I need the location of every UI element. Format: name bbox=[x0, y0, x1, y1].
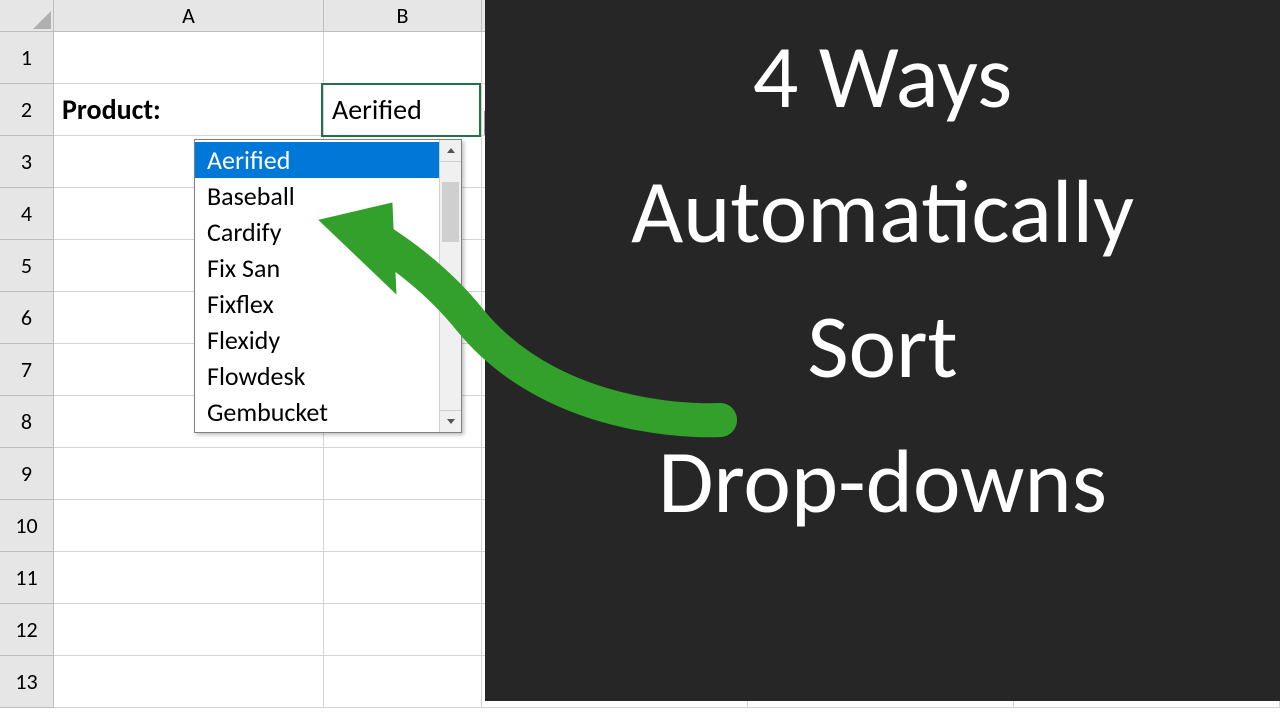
col-header-A[interactable]: A bbox=[54, 0, 324, 32]
overlay-line: Automatically bbox=[485, 145, 1280, 280]
dropdown-item[interactable]: Aerified bbox=[195, 142, 439, 178]
cell-A2-product-label[interactable]: Product: bbox=[54, 84, 324, 136]
cell-A10[interactable] bbox=[54, 500, 324, 552]
row-header-9[interactable]: 9 bbox=[0, 448, 54, 500]
dropdown-item[interactable]: Flowdesk bbox=[195, 358, 439, 394]
cell-A11[interactable] bbox=[54, 552, 324, 604]
select-all-corner[interactable] bbox=[0, 0, 54, 32]
row-header-2[interactable]: 2 bbox=[0, 84, 54, 136]
row-header-13[interactable]: 13 bbox=[0, 656, 54, 708]
dropdown-item[interactable]: Baseball bbox=[195, 178, 439, 214]
cell-A13[interactable] bbox=[54, 656, 324, 708]
dropdown-item[interactable]: Flexidy bbox=[195, 322, 439, 358]
row-header-4[interactable]: 4 bbox=[0, 188, 54, 240]
cell-B9[interactable] bbox=[324, 448, 482, 500]
cell-B12[interactable] bbox=[324, 604, 482, 656]
overlay-line: 4 Ways bbox=[485, 10, 1280, 145]
row-header-11[interactable]: 11 bbox=[0, 552, 54, 604]
row-header-6[interactable]: 6 bbox=[0, 292, 54, 344]
row-header-7[interactable]: 7 bbox=[0, 344, 54, 396]
scroll-thumb[interactable] bbox=[442, 182, 459, 242]
cell-B13[interactable] bbox=[324, 656, 482, 708]
dropdown-item[interactable]: Gembucket bbox=[195, 394, 439, 430]
cell-A9[interactable] bbox=[54, 448, 324, 500]
dropdown-item[interactable]: Fix San bbox=[195, 250, 439, 286]
title-overlay: 4 Ways Automatically Sort Drop-downs bbox=[485, 0, 1280, 701]
cell-B1[interactable] bbox=[324, 32, 482, 84]
scroll-up-icon[interactable] bbox=[440, 140, 461, 162]
row-header-1[interactable]: 1 bbox=[0, 32, 54, 84]
cell-A12[interactable] bbox=[54, 604, 324, 656]
dropdown-scrollbar[interactable] bbox=[439, 140, 461, 432]
dropdown-list: Aerified Baseball Cardify Fix San Fixfle… bbox=[194, 139, 462, 433]
row-header-5[interactable]: 5 bbox=[0, 240, 54, 292]
cell-B11[interactable] bbox=[324, 552, 482, 604]
overlay-line: Sort bbox=[485, 280, 1280, 415]
row-header-3[interactable]: 3 bbox=[0, 136, 54, 188]
row-header-10[interactable]: 10 bbox=[0, 500, 54, 552]
cell-B2-product-value[interactable]: Aerified bbox=[324, 84, 482, 136]
scroll-down-icon[interactable] bbox=[440, 410, 461, 432]
dropdown-item[interactable]: Cardify bbox=[195, 214, 439, 250]
cell-A1[interactable] bbox=[54, 32, 324, 84]
row-header-12[interactable]: 12 bbox=[0, 604, 54, 656]
dropdown-items: Aerified Baseball Cardify Fix San Fixfle… bbox=[195, 140, 439, 432]
row-header-8[interactable]: 8 bbox=[0, 396, 54, 448]
overlay-line: Drop-downs bbox=[485, 415, 1280, 550]
cell-B10[interactable] bbox=[324, 500, 482, 552]
col-header-B[interactable]: B bbox=[324, 0, 482, 32]
dropdown-item[interactable]: Fixflex bbox=[195, 286, 439, 322]
